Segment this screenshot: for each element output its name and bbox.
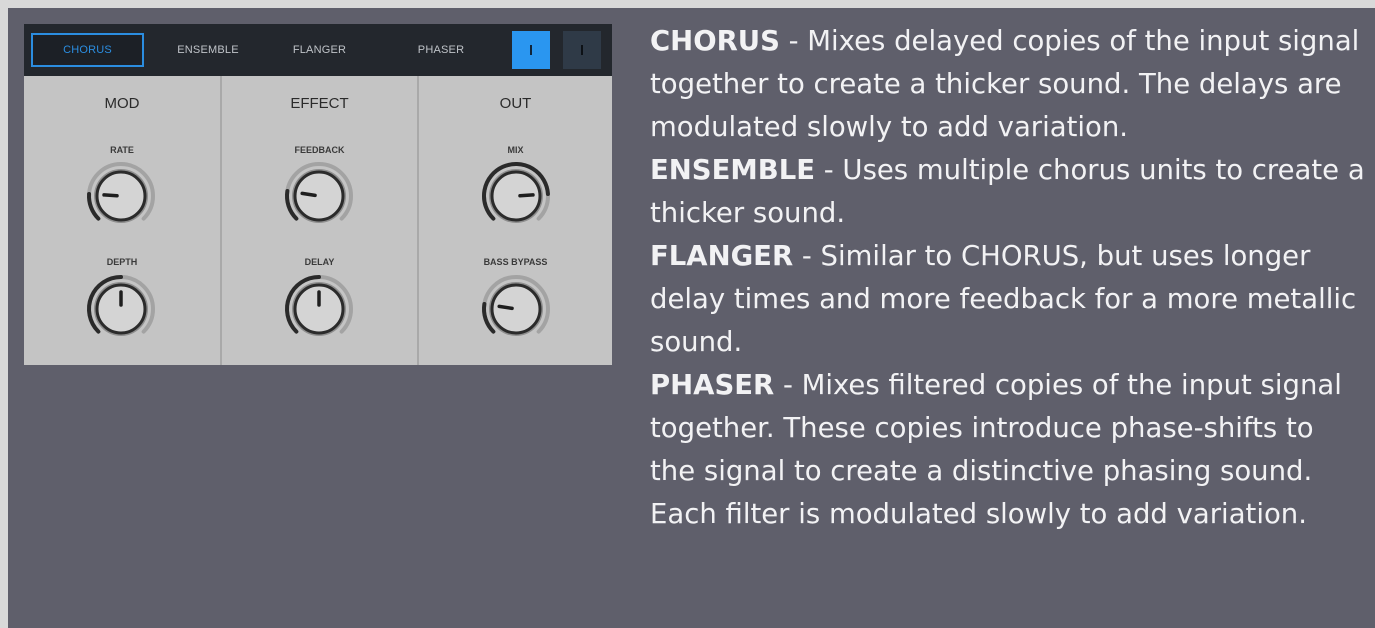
description-name: ENSEMBLE <box>650 154 816 186</box>
description-flanger: FLANGER - Similar to CHORUS, but uses lo… <box>650 235 1365 364</box>
tab-chorus[interactable]: CHORUS <box>31 33 144 67</box>
outer-frame-top <box>0 0 1375 8</box>
rate-knob[interactable] <box>84 159 158 233</box>
feedback-knob[interactable] <box>282 159 356 233</box>
description-ensemble: ENSEMBLE - Uses multiple chorus units to… <box>650 149 1365 235</box>
tab-ensemble[interactable]: ENSEMBLE <box>159 33 257 67</box>
description-name: CHORUS <box>650 25 780 57</box>
depth-label: DEPTH <box>106 257 138 267</box>
tab-phaser[interactable]: PHASER <box>396 33 486 67</box>
delay-label: DELAY <box>304 257 335 267</box>
knob-pointer-icon <box>518 193 535 198</box>
power-off-toggle[interactable] <box>563 31 601 69</box>
effect-section: EFFECT FEEDBACK DELAY <box>222 76 417 365</box>
outer-frame-left <box>0 0 8 628</box>
out-section: OUT MIX BASS BYPASS <box>419 76 612 365</box>
knob-pointer-icon <box>300 191 317 198</box>
effect-descriptions: CHORUS - Mixes delayed copies of the inp… <box>650 20 1365 536</box>
effect-section-title: EFFECT <box>290 95 349 112</box>
power-off-indicator-icon <box>581 45 583 55</box>
delay-knob[interactable] <box>282 272 356 346</box>
bass-bypass-knob[interactable] <box>479 272 553 346</box>
mod-section-title: MOD <box>104 95 140 112</box>
knob-body <box>293 170 345 222</box>
mix-label: MIX <box>507 145 524 155</box>
mix-knob[interactable] <box>479 159 553 233</box>
bass-bypass-label: BASS BYPASS <box>483 257 548 267</box>
out-section-title: OUT <box>499 95 532 112</box>
depth-knob[interactable] <box>84 272 158 346</box>
power-on-indicator-icon <box>530 45 532 55</box>
rate-label: RATE <box>110 145 134 155</box>
description-name: FLANGER <box>650 240 794 272</box>
effect-tab-bar: CHORUS ENSEMBLE FLANGER PHASER <box>24 24 612 76</box>
knob-pointer-icon <box>102 193 119 198</box>
knob-pointer-icon <box>497 304 514 311</box>
knob-body <box>490 283 542 335</box>
mod-section: MOD RATE DEPTH <box>24 76 220 365</box>
description-chorus: CHORUS - Mixes delayed copies of the inp… <box>650 20 1365 149</box>
description-phaser: PHASER - Mixes filtered copies of the in… <box>650 364 1365 536</box>
chorus-plugin-panel: CHORUS ENSEMBLE FLANGER PHASER MOD RATE … <box>24 24 612 365</box>
feedback-label: FEEDBACK <box>294 145 345 155</box>
description-name: PHASER <box>650 369 775 401</box>
power-on-toggle[interactable] <box>512 31 550 69</box>
tab-flanger[interactable]: FLANGER <box>272 33 367 67</box>
